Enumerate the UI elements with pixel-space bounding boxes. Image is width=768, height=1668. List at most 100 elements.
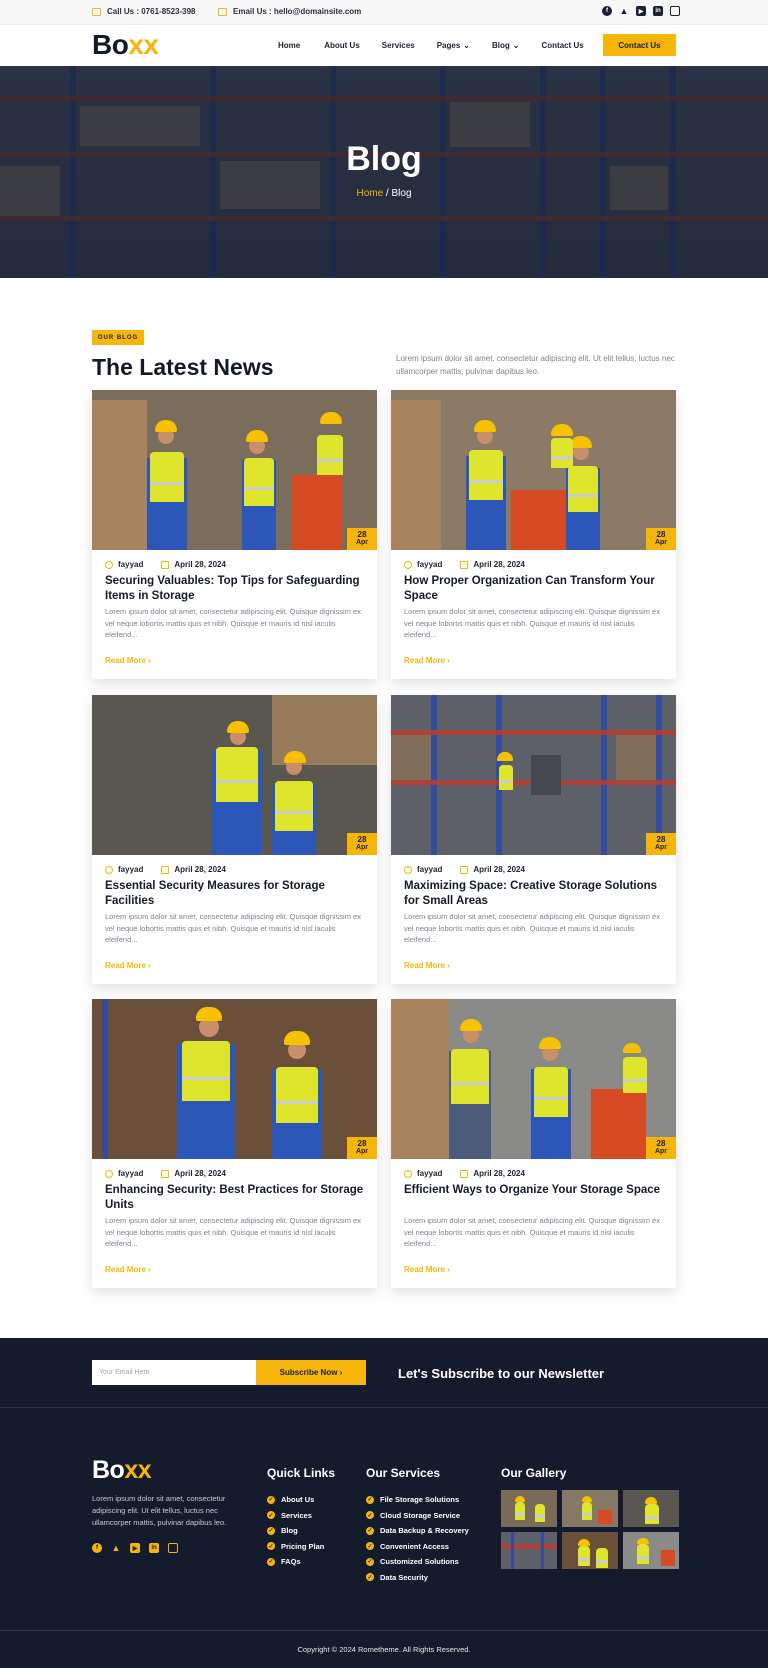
post-title[interactable]: Essential Security Measures for Storage … [105, 879, 367, 909]
blog-card-image[interactable]: 28 Apr [391, 390, 676, 550]
footer-link-label: FAQs [281, 1557, 301, 1567]
post-author[interactable]: fayyad [417, 560, 442, 569]
youtube-icon[interactable]: ▶ [636, 6, 646, 16]
instagram-icon[interactable] [670, 6, 680, 16]
post-author[interactable]: fayyad [417, 865, 442, 874]
read-more-link[interactable]: Read More › [105, 961, 151, 970]
twitter-icon[interactable]: ▲ [619, 6, 629, 16]
post-title[interactable]: Maximizing Space: Creative Storage Solut… [404, 879, 666, 909]
site-logo[interactable]: Boxx [92, 29, 159, 60]
footer-service-link[interactable]: ✓ Cloud Storage Service [366, 1508, 469, 1524]
read-more-link[interactable]: Read More › [404, 961, 450, 970]
gallery-image[interactable] [562, 1532, 618, 1569]
logo-accent: xx [128, 29, 159, 60]
read-more-link[interactable]: Read More › [105, 656, 151, 665]
youtube-icon[interactable]: ▶ [130, 1543, 140, 1553]
footer-link[interactable]: ✓ FAQs [267, 1554, 324, 1570]
nav-item-contact[interactable]: Contact Us [541, 41, 583, 50]
footer-link[interactable]: ✓ Blog [267, 1523, 324, 1539]
gallery-image[interactable] [562, 1490, 618, 1527]
blog-card[interactable]: 28 Apr fayyad April 28, 2024 How Proper O… [391, 390, 676, 679]
post-author[interactable]: fayyad [118, 865, 143, 874]
gallery-image[interactable] [623, 1490, 679, 1527]
footer-link-label: Services [281, 1510, 312, 1520]
calendar-icon [161, 865, 170, 874]
email-info[interactable]: Email Us : hello@domainsite.com [218, 7, 361, 16]
post-title[interactable]: Efficient Ways to Organize Your Storage … [404, 1183, 666, 1198]
nav-item-home[interactable]: Home [278, 41, 300, 50]
footer-service-link[interactable]: ✓ Data Security [366, 1570, 469, 1586]
blog-card[interactable]: 28 Apr fayyad April 28, 2024 Essential Se… [92, 695, 377, 984]
email-text: Email Us : hello@domainsite.com [233, 7, 362, 16]
read-more-label: Read More [105, 656, 146, 665]
footer-link[interactable]: ✓ Services [267, 1508, 324, 1524]
read-more-link[interactable]: Read More › [105, 1265, 151, 1274]
nav-item-blog[interactable]: Blog ⌄ [492, 41, 519, 50]
footer-link[interactable]: ✓ Pricing Plan [267, 1539, 324, 1555]
footer-service-link[interactable]: ✓ Convenient Access [366, 1539, 469, 1555]
blog-card-image[interactable]: 28 Apr [92, 999, 377, 1159]
phone-info[interactable]: Call Us : 0761-8523-398 [92, 7, 196, 16]
blog-card[interactable]: 28 Apr fayyad April 28, 2024 Maximizing S… [391, 695, 676, 984]
footer-link[interactable]: ✓ About Us [267, 1492, 324, 1508]
blog-card[interactable]: 28 Apr fayyad April 28, 2024 Efficient Wa… [391, 999, 676, 1288]
post-title[interactable]: Securing Valuables: Top Tips for Safegua… [105, 574, 367, 604]
contact-us-button[interactable]: Contact Us [603, 34, 676, 56]
blog-card[interactable]: 28 Apr fayyad April 28, 2024 Securing Val… [92, 390, 377, 679]
footer-service-link[interactable]: ✓ Customized Solutions [366, 1554, 469, 1570]
nav-item-services[interactable]: Services [382, 41, 415, 50]
post-meta: fayyad April 28, 2024 [105, 865, 226, 874]
post-title[interactable]: Enhancing Security: Best Practices for S… [105, 1183, 367, 1213]
newsletter-email-input[interactable]: Your Email Here [92, 1360, 256, 1385]
gallery-image[interactable] [501, 1490, 557, 1527]
blog-card-image[interactable]: 28 Apr [391, 999, 676, 1159]
quick-links-title: Quick Links [267, 1466, 336, 1480]
top-bar: Call Us : 0761-8523-398 Email Us : hello… [0, 0, 768, 25]
check-icon: ✓ [267, 1526, 275, 1535]
newsletter-bar: Your Email Here Subscribe Now › Let's Su… [0, 1338, 768, 1408]
post-author[interactable]: fayyad [118, 1169, 143, 1178]
blog-card-image[interactable]: 28 Apr [92, 390, 377, 550]
linkedin-icon[interactable]: in [653, 6, 663, 16]
footer-logo-text: Bo [92, 1456, 125, 1484]
facebook-icon[interactable]: f [92, 1543, 102, 1553]
footer-logo[interactable]: Boxx [92, 1456, 152, 1484]
services-title: Our Services [366, 1466, 441, 1480]
facebook-icon[interactable]: f [602, 6, 612, 16]
post-date: April 28, 2024 [174, 865, 226, 874]
user-icon [105, 1169, 113, 1178]
gallery-image[interactable] [501, 1532, 557, 1569]
post-author[interactable]: fayyad [417, 1169, 442, 1178]
email-icon [218, 7, 227, 16]
quick-links-list: ✓ About Us ✓ Services ✓ Blog ✓ Pricing Plan … [267, 1492, 324, 1570]
calendar-icon [161, 560, 170, 569]
post-author[interactable]: fayyad [118, 560, 143, 569]
date-badge: 28 Apr [347, 1137, 377, 1159]
check-icon: ✓ [366, 1511, 374, 1520]
blog-card[interactable]: 28 Apr fayyad April 28, 2024 Enhancing Se… [92, 999, 377, 1288]
footer-service-link[interactable]: ✓ File Storage Solutions [366, 1492, 469, 1508]
post-excerpt: Lorem ipsum dolor sit amet, consectetur … [404, 607, 660, 639]
date-day: 28 [357, 530, 367, 539]
footer-social: f ▲ ▶ in [92, 1543, 178, 1553]
read-more-link[interactable]: Read More › [404, 656, 450, 665]
post-title[interactable]: How Proper Organization Can Transform Yo… [404, 574, 666, 604]
section-badge: OUR BLOG [92, 330, 144, 345]
gallery-image[interactable] [623, 1532, 679, 1569]
blog-card-image[interactable]: 28 Apr [92, 695, 377, 855]
breadcrumb-home[interactable]: Home [356, 188, 383, 199]
blog-card-image[interactable]: 28 Apr [391, 695, 676, 855]
nav-item-about[interactable]: About Us [324, 41, 360, 50]
subscribe-button[interactable]: Subscribe Now › [256, 1360, 366, 1385]
user-icon [105, 865, 113, 874]
read-more-link[interactable]: Read More › [404, 1265, 450, 1274]
section-description: Lorem ipsum dolor sit amet, consectetur … [396, 354, 675, 376]
copyright-bar: Copyright © 2024 Rometheme. All Rights R… [0, 1630, 768, 1668]
instagram-icon[interactable] [168, 1543, 178, 1553]
newsletter-title: Let's Subscribe to our Newsletter [398, 1366, 605, 1381]
twitter-icon[interactable]: ▲ [111, 1543, 121, 1553]
footer-service-link[interactable]: ✓ Data Backup & Recovery [366, 1523, 469, 1539]
date-badge: 28 Apr [646, 528, 676, 550]
linkedin-icon[interactable]: in [149, 1543, 159, 1553]
nav-item-pages[interactable]: Pages ⌄ [437, 41, 470, 50]
